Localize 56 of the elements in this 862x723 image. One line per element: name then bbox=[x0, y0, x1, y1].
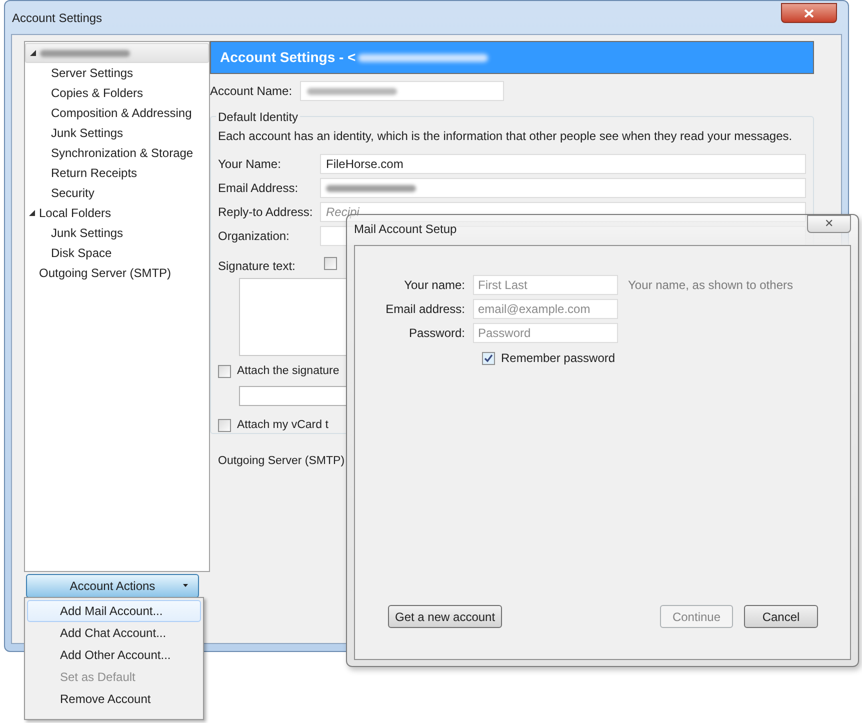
dialog-button[interactable]: Cancel bbox=[744, 605, 818, 628]
tree-item[interactable]: Disk Space bbox=[25, 243, 209, 263]
account-name-field[interactable] bbox=[300, 81, 504, 101]
tree-item[interactable]: Security bbox=[25, 183, 209, 203]
signature-text-area[interactable] bbox=[239, 278, 347, 356]
checkbox[interactable] bbox=[218, 419, 231, 432]
signature-file-field[interactable] bbox=[239, 386, 347, 406]
close-button[interactable] bbox=[781, 3, 837, 23]
checkbox-label: Attach my vCard t bbox=[237, 418, 328, 434]
tree-item[interactable]: Copies & Folders bbox=[25, 83, 209, 103]
field-label: Email address: bbox=[384, 301, 465, 318]
caret-icon bbox=[183, 584, 188, 587]
panel-title: Account Settings - < bbox=[220, 48, 356, 67]
close-icon bbox=[804, 8, 814, 18]
dialog-button[interactable]: Get a new account bbox=[388, 605, 502, 628]
tree-item[interactable]: Return Receipts bbox=[25, 163, 209, 183]
checkbox[interactable] bbox=[324, 257, 337, 270]
text-field[interactable]: First Last bbox=[473, 275, 618, 295]
text-field[interactable]: email@example.com bbox=[473, 299, 618, 319]
hint-text: Your name, as shown to others bbox=[628, 277, 793, 294]
tree-item[interactable]: Local Folders bbox=[25, 203, 209, 223]
tree-item[interactable]: Junk Settings bbox=[25, 223, 209, 243]
checkbox-label: Remember password bbox=[501, 350, 616, 367]
dialog-title: Mail Account Setup bbox=[354, 221, 457, 238]
tree-label: Outgoing Server (SMTP) bbox=[39, 265, 172, 282]
checkbox[interactable] bbox=[218, 365, 231, 378]
tree-item[interactable]: Outgoing Server (SMTP) bbox=[25, 263, 209, 283]
menu-item[interactable]: Add Mail Account... bbox=[27, 600, 201, 622]
tree-item[interactable]: Junk Settings bbox=[25, 123, 209, 143]
expanded-triangle-icon[interactable] bbox=[30, 50, 36, 56]
field-label: Password: bbox=[408, 325, 465, 342]
text-field[interactable]: FileHorse.com bbox=[320, 154, 806, 174]
field-label: Organization: bbox=[218, 228, 290, 245]
field-label: Outgoing Server (SMTP) bbox=[218, 454, 345, 468]
tree-item[interactable]: Synchronization & Storage bbox=[25, 143, 209, 163]
text-field[interactable] bbox=[320, 178, 806, 198]
field-label: Signature text: bbox=[218, 258, 296, 275]
close-button[interactable]: ✕ bbox=[807, 215, 851, 233]
field-label: Email Address: bbox=[218, 180, 300, 197]
text-field[interactable]: Password bbox=[473, 323, 618, 343]
menu-item[interactable]: Remove Account bbox=[27, 688, 201, 710]
field-label: Your name: bbox=[403, 277, 465, 294]
description-text: Each account has an identity, which is the information that other people see when they read your messages. bbox=[218, 128, 794, 145]
tree-item[interactable]: Composition & Addressing bbox=[25, 103, 209, 123]
menu-item[interactable]: Add Other Account... bbox=[27, 644, 201, 666]
checkbox[interactable] bbox=[482, 352, 495, 364]
tree-item[interactable]: Server Settings bbox=[25, 63, 209, 83]
menu-item[interactable]: Add Chat Account... bbox=[27, 622, 201, 644]
field-label: Your Name: bbox=[218, 156, 282, 173]
field-label: Reply-to Address: bbox=[218, 204, 314, 221]
expanded-triangle-icon[interactable] bbox=[29, 210, 35, 216]
checkbox-label: Attach the signature bbox=[237, 364, 340, 379]
account-actions-button[interactable]: Account Actions bbox=[26, 574, 199, 598]
field-label: Account Name: bbox=[210, 83, 292, 100]
tree-label: Local Folders bbox=[39, 205, 112, 222]
window-title: Account Settings bbox=[12, 10, 102, 27]
